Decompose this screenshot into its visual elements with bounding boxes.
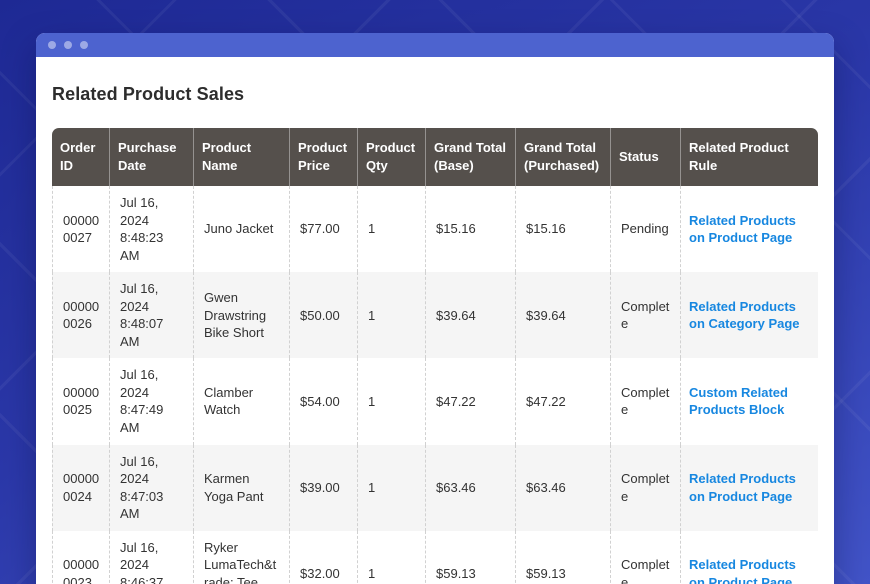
- cell-status: Complete: [610, 531, 680, 584]
- cell-grand-total-purchased: $39.64: [515, 272, 610, 358]
- cell-product-qty: 1: [357, 445, 425, 531]
- page-title: Related Product Sales: [52, 84, 818, 105]
- column-header-grand-total-purchased: Grand Total (Purchased): [515, 128, 610, 186]
- cell-related-product-rule: Related Products on Product Page: [680, 445, 818, 531]
- cell-related-product-rule: Related Products on Category Page: [680, 272, 818, 358]
- purchase-date-time: 8:48:23 AM: [120, 229, 183, 264]
- desktop-background: { "window": { "controls": ["window-dot",…: [0, 0, 870, 584]
- window-control-dot[interactable]: [48, 41, 56, 49]
- column-header-product-qty: Product Qty: [357, 128, 425, 186]
- purchase-date-date: Jul 16, 2024: [120, 194, 183, 229]
- purchase-date-time: 8:47:03 AM: [120, 488, 183, 523]
- related-product-rule-link[interactable]: Related Products on Category Page: [689, 299, 800, 332]
- cell-related-product-rule: Custom Related Products Block: [680, 358, 818, 444]
- purchase-date-time: 8:48:07 AM: [120, 315, 183, 350]
- cell-grand-total-base: $63.46: [425, 445, 515, 531]
- column-header-order-id: Order ID: [52, 128, 109, 186]
- table-row: 000000027 Jul 16, 2024 8:48:23 AM Juno J…: [52, 186, 818, 272]
- column-header-status: Status: [610, 128, 680, 186]
- column-header-product-price: Product Price: [289, 128, 357, 186]
- window-control-dot[interactable]: [80, 41, 88, 49]
- cell-grand-total-purchased: $59.13: [515, 531, 610, 584]
- column-header-product-name: Product Name: [193, 128, 289, 186]
- cell-product-price: $50.00: [289, 272, 357, 358]
- cell-related-product-rule: Related Products on Product Page: [680, 186, 818, 272]
- column-header-related-product-rule: Related Product Rule: [680, 128, 818, 186]
- browser-window: Related Product Sales Order ID Purchase …: [36, 33, 834, 584]
- cell-product-price: $77.00: [289, 186, 357, 272]
- cell-purchase-date: Jul 16, 2024 8:47:03 AM: [109, 445, 193, 531]
- cell-grand-total-base: $59.13: [425, 531, 515, 584]
- purchase-date-time: 8:46:37 AM: [120, 574, 183, 584]
- table-row: 000000026 Jul 16, 2024 8:48:07 AM Gwen D…: [52, 272, 818, 358]
- column-header-purchase-date: Purchase Date: [109, 128, 193, 186]
- table-row: 000000024 Jul 16, 2024 8:47:03 AM Karmen…: [52, 445, 818, 531]
- cell-grand-total-purchased: $63.46: [515, 445, 610, 531]
- table-header: Order ID Purchase Date Product Name Prod…: [52, 128, 818, 186]
- cell-product-qty: 1: [357, 358, 425, 444]
- cell-product-qty: 1: [357, 186, 425, 272]
- cell-product-name: Gwen Drawstring Bike Short: [193, 272, 289, 358]
- cell-product-price: $39.00: [289, 445, 357, 531]
- cell-related-product-rule: Related Products on Product Page: [680, 531, 818, 584]
- cell-purchase-date: Jul 16, 2024 8:48:23 AM: [109, 186, 193, 272]
- cell-product-price: $32.00: [289, 531, 357, 584]
- purchase-date-date: Jul 16, 2024: [120, 453, 183, 488]
- cell-order-id: 000000024: [52, 445, 109, 531]
- cell-purchase-date: Jul 16, 2024 8:46:37 AM: [109, 531, 193, 584]
- related-product-sales-table: Order ID Purchase Date Product Name Prod…: [52, 128, 818, 584]
- table-row: 000000023 Jul 16, 2024 8:46:37 AM Ryker …: [52, 531, 818, 584]
- related-product-rule-link[interactable]: Related Products on Product Page: [689, 213, 796, 246]
- cell-product-qty: 1: [357, 531, 425, 584]
- purchase-date-date: Jul 16, 2024: [120, 280, 183, 315]
- table-body: 000000027 Jul 16, 2024 8:48:23 AM Juno J…: [52, 186, 818, 584]
- cell-product-qty: 1: [357, 272, 425, 358]
- purchase-date-time: 8:47:49 AM: [120, 401, 183, 436]
- cell-grand-total-purchased: $15.16: [515, 186, 610, 272]
- purchase-date-date: Jul 16, 2024: [120, 539, 183, 574]
- cell-product-name: Karmen Yoga Pant: [193, 445, 289, 531]
- cell-order-id: 000000026: [52, 272, 109, 358]
- table-row: 000000025 Jul 16, 2024 8:47:49 AM Clambe…: [52, 358, 818, 444]
- cell-product-price: $54.00: [289, 358, 357, 444]
- cell-status: Complete: [610, 445, 680, 531]
- cell-order-id: 000000023: [52, 531, 109, 584]
- window-titlebar: [36, 33, 834, 57]
- cell-status: Complete: [610, 358, 680, 444]
- page-content: Related Product Sales Order ID Purchase …: [36, 84, 834, 584]
- cell-grand-total-purchased: $47.22: [515, 358, 610, 444]
- cell-status: Complete: [610, 272, 680, 358]
- cell-purchase-date: Jul 16, 2024 8:48:07 AM: [109, 272, 193, 358]
- column-header-grand-total-base: Grand Total (Base): [425, 128, 515, 186]
- cell-status: Pending: [610, 186, 680, 272]
- cell-product-name: Ryker LumaTech&trade; Tee (Crew-neck): [193, 531, 289, 584]
- related-product-rule-link[interactable]: Custom Related Products Block: [689, 385, 788, 418]
- cell-product-name: Juno Jacket: [193, 186, 289, 272]
- cell-order-id: 000000025: [52, 358, 109, 444]
- cell-grand-total-base: $39.64: [425, 272, 515, 358]
- cell-purchase-date: Jul 16, 2024 8:47:49 AM: [109, 358, 193, 444]
- cell-grand-total-base: $15.16: [425, 186, 515, 272]
- related-product-rule-link[interactable]: Related Products on Product Page: [689, 471, 796, 504]
- related-product-rule-link[interactable]: Related Products on Product Page: [689, 557, 796, 584]
- purchase-date-date: Jul 16, 2024: [120, 366, 183, 401]
- cell-order-id: 000000027: [52, 186, 109, 272]
- cell-grand-total-base: $47.22: [425, 358, 515, 444]
- cell-product-name: Clamber Watch: [193, 358, 289, 444]
- window-control-dot[interactable]: [64, 41, 72, 49]
